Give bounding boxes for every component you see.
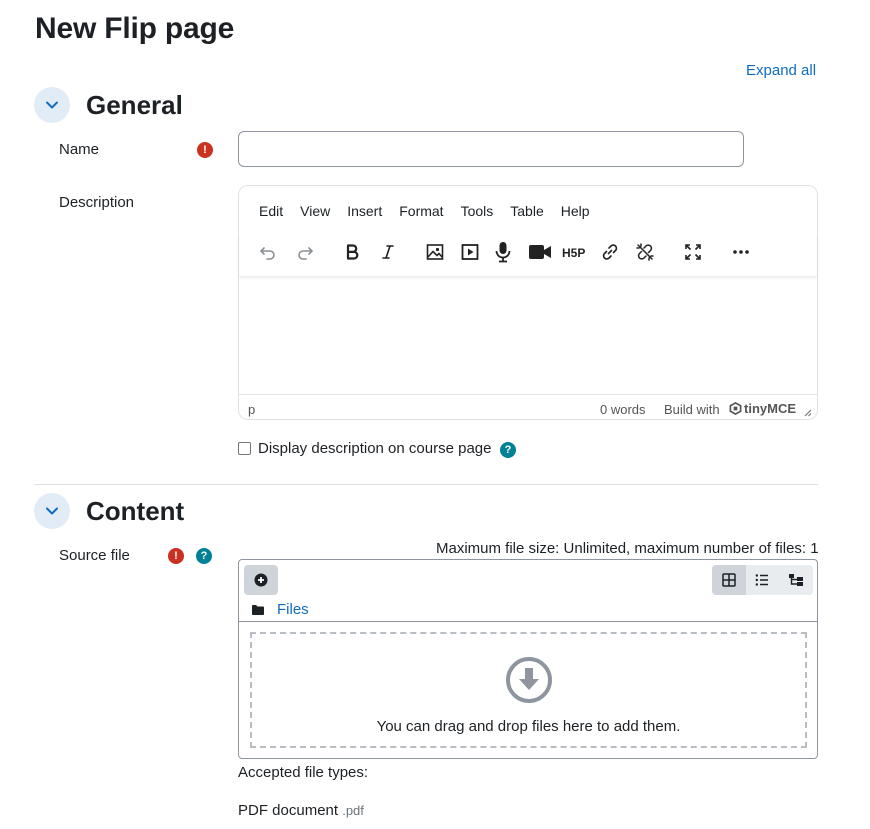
display-description-label[interactable]: Display description on course page [258, 440, 491, 457]
list-view-button[interactable] [746, 565, 780, 595]
microphone-icon [495, 242, 511, 263]
bold-icon [346, 244, 359, 260]
required-icon: ! [197, 142, 213, 158]
tinymce-logo-icon [729, 402, 742, 415]
file-type-extension: .pdf [342, 803, 364, 818]
svg-text:H5P: H5P [562, 246, 585, 260]
video-camera-icon [529, 245, 551, 259]
fullscreen-icon [685, 244, 701, 260]
file-type-name: PDF document [238, 802, 339, 819]
editor-content-area[interactable] [239, 276, 817, 394]
h5p-icon: H5P [562, 246, 585, 260]
build-with-text: Build with [664, 402, 720, 417]
name-label: Name [59, 141, 100, 158]
editor-statusbar: p 0 words Build with tinyMCE [239, 394, 817, 420]
expand-all-link[interactable]: Expand all [746, 62, 816, 79]
accepted-file-types-label: Accepted file types: [238, 764, 369, 781]
download-arrow-icon [505, 657, 552, 703]
view-switcher [712, 565, 813, 595]
more-button[interactable] [727, 238, 755, 266]
general-section-title: General [86, 90, 183, 120]
redo-button[interactable] [291, 238, 319, 266]
icons-view-button[interactable] [712, 565, 746, 595]
add-file-button[interactable] [244, 565, 278, 595]
image-icon [426, 244, 444, 260]
italic-icon [382, 245, 394, 259]
resize-handle[interactable] [802, 405, 812, 420]
image-button[interactable] [421, 238, 449, 266]
menu-insert[interactable]: Insert [347, 203, 382, 219]
page-title: New Flip page [35, 12, 235, 45]
editor-menubar: Edit View Insert Format Tools Table Help [259, 203, 607, 219]
menu-tools[interactable]: Tools [461, 203, 494, 219]
element-path[interactable]: p [248, 402, 255, 417]
h5p-button[interactable]: H5P [561, 238, 589, 266]
more-horizontal-icon [733, 250, 749, 254]
description-editor: Edit View Insert Format Tools Table Help… [238, 185, 818, 420]
chevron-down-icon [46, 507, 58, 515]
file-manager-divider [239, 621, 817, 622]
file-dropzone[interactable]: You can drag and drop files here to add … [250, 632, 807, 748]
name-input[interactable] [238, 131, 744, 167]
chevron-down-icon [46, 101, 58, 109]
file-path-breadcrumb: Files [251, 601, 309, 618]
dropzone-text: You can drag and drop files here to add … [376, 718, 681, 735]
max-file-size-text: Maximum file size: Unlimited, maximum nu… [436, 540, 819, 557]
undo-icon [260, 247, 275, 260]
description-label: Description [59, 194, 135, 211]
content-collapse-toggle[interactable] [34, 493, 70, 529]
link-button[interactable] [596, 238, 624, 266]
menu-help[interactable]: Help [561, 203, 590, 219]
unlink-button[interactable] [631, 238, 659, 266]
resize-grip-icon [804, 409, 812, 417]
files-path-link[interactable]: Files [277, 601, 309, 618]
redo-icon [298, 247, 313, 260]
menu-table[interactable]: Table [510, 203, 543, 219]
word-count[interactable]: 0 words [600, 402, 646, 417]
folder-icon [252, 604, 264, 615]
unlink-icon [636, 243, 654, 261]
section-divider [34, 484, 818, 485]
tree-view-button[interactable] [779, 565, 813, 595]
media-button[interactable] [456, 238, 484, 266]
help-icon[interactable]: ? [500, 442, 516, 458]
file-manager: Files You can drag and drop files here t… [238, 559, 818, 759]
plus-circle-icon [254, 573, 268, 587]
display-description-checkbox[interactable] [238, 442, 251, 455]
undo-button[interactable] [254, 238, 282, 266]
fullscreen-button[interactable] [679, 238, 707, 266]
folder-tree-icon [789, 574, 804, 586]
menu-format[interactable]: Format [399, 203, 443, 219]
accepted-file-type: PDF document .pdf [238, 802, 364, 819]
record-video-button[interactable] [526, 238, 554, 266]
help-icon[interactable]: ? [196, 548, 212, 564]
video-play-icon [461, 244, 479, 260]
grid-icon [722, 573, 736, 587]
bold-button[interactable] [338, 238, 366, 266]
list-icon [756, 574, 769, 586]
required-icon: ! [168, 548, 184, 564]
content-section-title: Content [86, 496, 185, 526]
menu-view[interactable]: View [300, 203, 330, 219]
italic-button[interactable] [374, 238, 402, 266]
general-collapse-toggle[interactable] [34, 87, 70, 123]
link-icon [602, 244, 618, 260]
record-audio-button[interactable] [489, 238, 517, 266]
tinymce-logo[interactable]: tinyMCE [729, 401, 796, 416]
source-file-label: Source file [59, 547, 130, 564]
menu-edit[interactable]: Edit [259, 203, 283, 219]
